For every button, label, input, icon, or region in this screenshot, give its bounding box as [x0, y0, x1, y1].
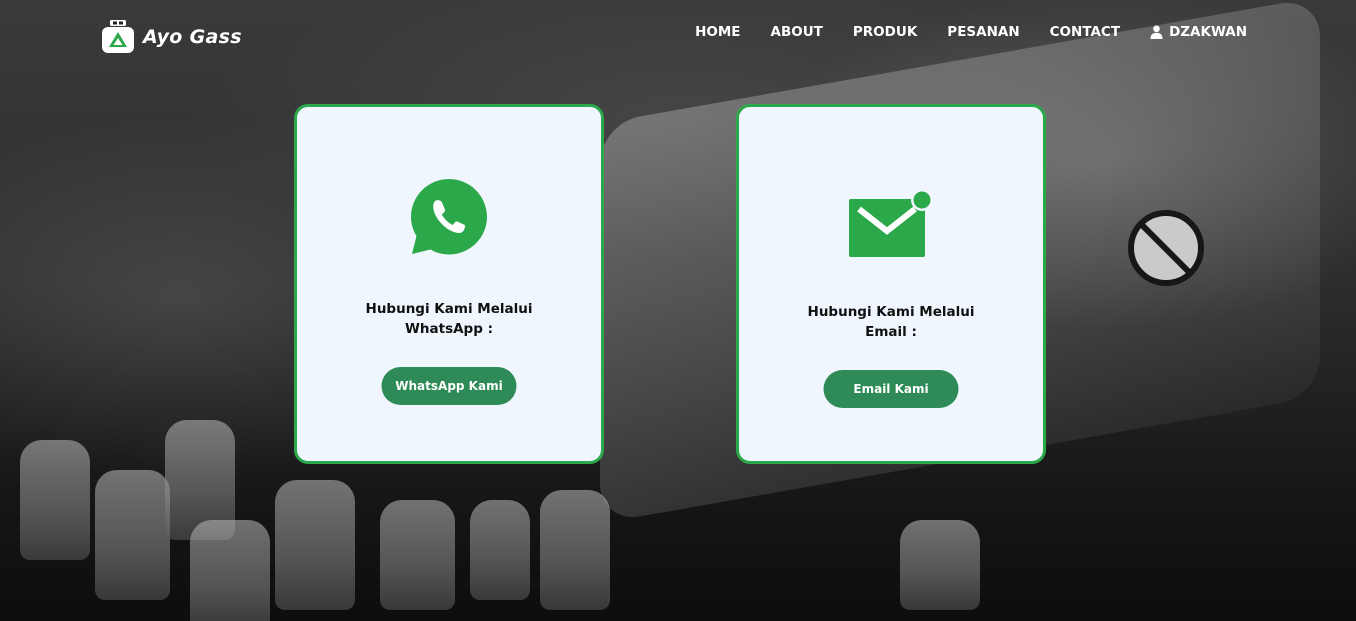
navbar: Ayo Gass HOME ABOUT PRODUK PESANAN CONTA…	[0, 0, 1356, 76]
background-cylinder	[275, 480, 355, 610]
main-menu: HOME ABOUT PRODUK PESANAN CONTACT DZAKWA…	[695, 24, 1247, 40]
nav-about[interactable]: ABOUT	[771, 24, 823, 40]
background-cylinder	[95, 470, 170, 600]
whatsapp-card: Hubungi Kami Melalui WhatsApp : WhatsApp…	[294, 104, 604, 464]
background-cylinder	[190, 520, 270, 621]
whatsapp-icon	[411, 179, 487, 255]
nav-produk[interactable]: PRODUK	[853, 24, 917, 40]
nav-home[interactable]: HOME	[695, 24, 740, 40]
background-cylinder	[900, 520, 980, 610]
nav-contact[interactable]: CONTACT	[1050, 24, 1120, 40]
email-card: Hubungi Kami Melalui Email : Email Kami	[736, 104, 1046, 464]
brand-name: Ayo Gass	[143, 26, 242, 48]
hero-background	[0, 0, 1356, 621]
background-cylinder	[20, 440, 90, 560]
user-icon	[1150, 25, 1163, 39]
email-card-line1: Hubungi Kami Melalui	[807, 304, 975, 320]
whatsapp-card-line2: WhatsApp :	[405, 321, 493, 337]
no-smoking-sign	[1128, 210, 1204, 286]
whatsapp-button[interactable]: WhatsApp Kami	[381, 367, 517, 405]
brand[interactable]: Ayo Gass	[101, 19, 242, 55]
nav-pesanan[interactable]: PESANAN	[947, 24, 1019, 40]
email-card-line2: Email :	[865, 324, 917, 340]
nav-user[interactable]: DZAKWAN	[1150, 24, 1247, 40]
background-cylinder	[470, 500, 530, 600]
email-icon	[849, 189, 933, 257]
background-cylinder	[540, 490, 610, 610]
email-button[interactable]: Email Kami	[823, 370, 959, 408]
whatsapp-card-text: Hubungi Kami Melalui WhatsApp :	[297, 299, 601, 339]
email-card-text: Hubungi Kami Melalui Email :	[739, 302, 1043, 342]
background-cylinder	[380, 500, 455, 610]
gas-cylinder-logo-icon	[102, 20, 134, 53]
user-name: DZAKWAN	[1169, 24, 1247, 40]
whatsapp-card-line1: Hubungi Kami Melalui	[365, 301, 533, 317]
